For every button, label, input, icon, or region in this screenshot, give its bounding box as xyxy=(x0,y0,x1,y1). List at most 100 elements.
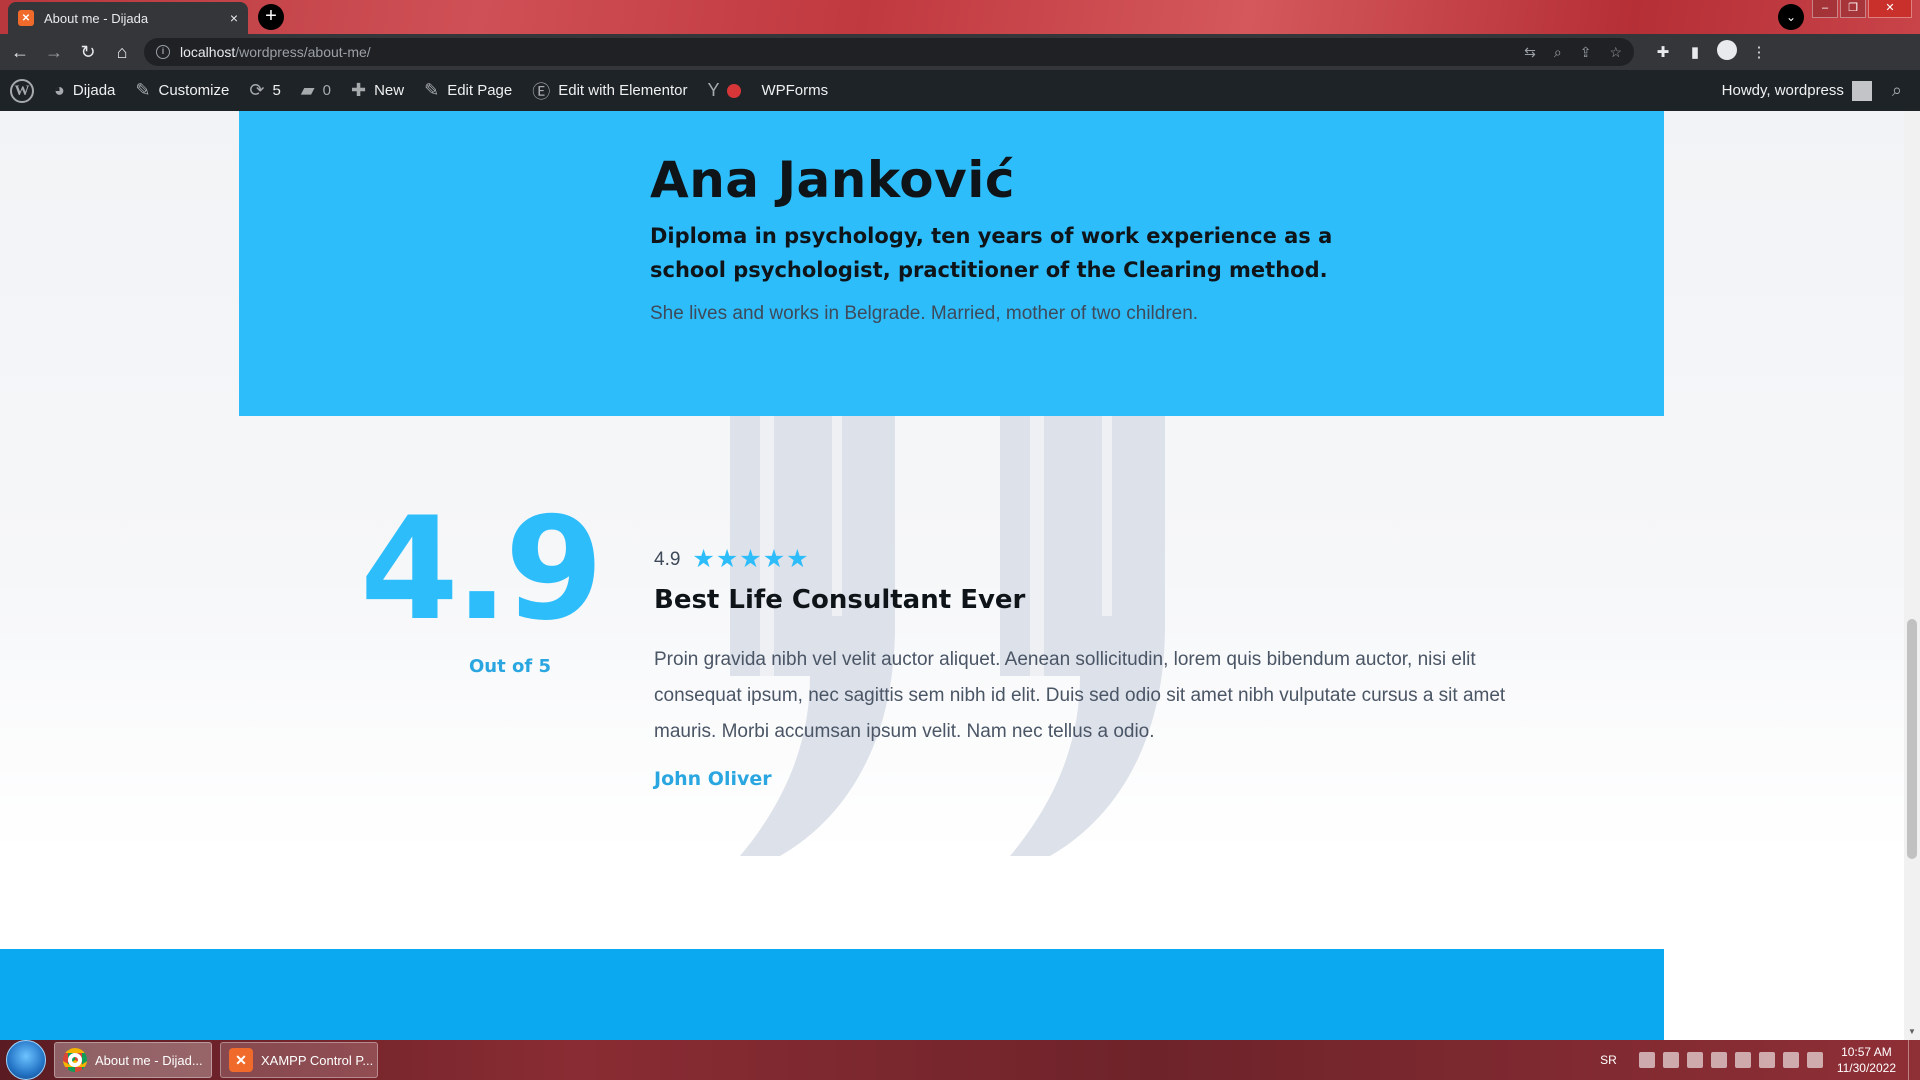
seo-status-dot-icon xyxy=(727,83,742,98)
bookmark-star-icon[interactable]: ☆ xyxy=(1609,44,1622,61)
clock[interactable]: 10:57 AM 11/30/2022 xyxy=(1837,1044,1896,1076)
clock-time: 10:57 AM xyxy=(1841,1045,1892,1059)
footer-band xyxy=(0,949,1664,1040)
monitor-tray-icon[interactable] xyxy=(1782,1052,1799,1068)
network-tray-icon[interactable] xyxy=(1686,1052,1703,1068)
new-tab-button[interactable]: + xyxy=(258,4,284,30)
page-content: Ana Janković Diploma in psychology, ten … xyxy=(0,111,1904,1040)
comments-count: 0 xyxy=(322,82,331,99)
admin-edit-elementor[interactable]: Ⓔ Edit with Elementor xyxy=(522,70,697,111)
tab-title: About me - Dijada xyxy=(44,10,149,26)
admin-search[interactable]: ⌕ xyxy=(1882,70,1920,111)
wp-admin-bar: W ◕ Dijada ✎ Customize ⟳ 5 ▰ 0 ✚ New ✎ E… xyxy=(0,70,1920,111)
admin-yoast[interactable]: Y xyxy=(697,70,751,111)
rating-score: 4.9 xyxy=(360,487,604,652)
plus-icon: ✚ xyxy=(350,80,367,100)
site-name-label: Dijada xyxy=(72,82,116,99)
search-icon: ⌕ xyxy=(1891,80,1902,100)
profile-icon[interactable] xyxy=(1714,40,1740,64)
about-hero-section: Ana Janković Diploma in psychology, ten … xyxy=(239,111,1664,416)
xampp-icon: ✕ xyxy=(229,1048,253,1072)
person-bio: She lives and works in Belgrade. Married… xyxy=(650,303,1199,324)
taskbar-item-label: About me - Dijad... xyxy=(95,1052,203,1068)
security-tray-icon[interactable] xyxy=(1662,1052,1679,1068)
updates-count: 5 xyxy=(272,82,281,99)
flag-tray-icon[interactable] xyxy=(1758,1052,1775,1068)
browser-tab-active[interactable]: ✕ About me - Dijada × xyxy=(8,2,248,34)
url-path: /wordpress/about-me/ xyxy=(235,44,371,60)
bluetooth-tray-icon[interactable] xyxy=(1734,1052,1751,1068)
extensions-puzzle-icon[interactable]: ✚ xyxy=(1650,43,1676,61)
star-rating: ★ ★ ★ ★ ★ xyxy=(692,547,809,572)
extension-area: ✚ ▮ ⋮ xyxy=(1644,40,1772,64)
clock-date: 11/30/2022 xyxy=(1836,1061,1896,1075)
paintbrush-icon: ✎ xyxy=(135,80,151,100)
star-icon: ★ xyxy=(786,545,809,573)
updates-icon: ⟳ xyxy=(249,80,265,100)
star-icon: ★ xyxy=(692,545,715,573)
reload-button[interactable]: ↻ xyxy=(74,38,102,66)
star-icon: ★ xyxy=(739,545,762,573)
browser-toolbar: ← → ↻ ⌂ i localhost/wordpress/about-me/ … xyxy=(0,34,1920,70)
edit-page-label: Edit Page xyxy=(447,82,513,99)
pencil-icon: ✎ xyxy=(424,80,440,100)
system-tray: SR 10:57 AM 11/30/2022 xyxy=(1600,1040,1920,1080)
windows-taskbar: About me - Dijad... ✕ XAMPP Control P...… xyxy=(0,1040,1920,1080)
share-icon[interactable]: ⇪ xyxy=(1580,44,1592,61)
taskbar-item-chrome[interactable]: About me - Dijad... xyxy=(54,1042,212,1078)
minimize-button[interactable]: – xyxy=(1812,0,1838,18)
close-window-button[interactable]: ✕ xyxy=(1868,0,1912,18)
review-title: Best Life Consultant Ever xyxy=(654,585,1026,615)
translate-icon[interactable]: ⇆ xyxy=(1524,44,1536,61)
scroll-down-icon[interactable]: ▼ xyxy=(1908,1027,1916,1036)
admin-edit-page[interactable]: ✎ Edit Page xyxy=(414,70,522,111)
side-panel-icon[interactable]: ▮ xyxy=(1682,43,1708,61)
review-rating-value: 4.9 xyxy=(654,548,681,570)
tab-search-button[interactable]: ⌄ xyxy=(1778,4,1804,30)
admin-wpforms[interactable]: WPForms xyxy=(751,70,838,111)
browser-tab-strip: ✕ About me - Dijada × + ⌄ – ❐ ✕ xyxy=(0,0,1920,34)
elementor-icon: Ⓔ xyxy=(532,81,551,102)
rating-out-of: Out of 5 xyxy=(469,656,551,677)
address-bar[interactable]: i localhost/wordpress/about-me/ ⇆ ⌕ ⇪ ☆ xyxy=(144,38,1634,66)
site-info-icon[interactable]: i xyxy=(156,45,170,59)
customize-label: Customize xyxy=(158,82,230,99)
page-scrollbar[interactable]: ▼ xyxy=(1904,111,1920,1040)
admin-account[interactable]: Howdy, wordpress xyxy=(1712,70,1882,111)
review-text: Proin gravida nibh vel velit auctor aliq… xyxy=(654,649,1506,742)
person-name: Ana Janković xyxy=(650,151,1016,209)
forward-button[interactable]: → xyxy=(40,38,68,66)
review-author: John Oliver xyxy=(654,768,772,790)
edit-elementor-label: Edit with Elementor xyxy=(558,82,688,99)
admin-updates[interactable]: ⟳ 5 xyxy=(239,70,290,111)
home-button[interactable]: ⌂ xyxy=(108,38,136,66)
star-icon: ★ xyxy=(762,545,786,573)
avatar xyxy=(1851,80,1872,101)
xampp-tray-icon[interactable] xyxy=(1638,1052,1655,1068)
restore-button[interactable]: ❐ xyxy=(1840,0,1866,18)
taskbar-item-label: XAMPP Control P... xyxy=(261,1052,374,1068)
show-desktop-button[interactable] xyxy=(1908,1040,1920,1080)
admin-comments[interactable]: ▰ 0 xyxy=(291,70,341,111)
back-button[interactable]: ← xyxy=(6,38,34,66)
admin-customize[interactable]: ✎ Customize xyxy=(125,70,239,111)
tab-close-icon[interactable]: × xyxy=(230,10,238,26)
language-indicator[interactable]: SR xyxy=(1600,1053,1617,1067)
scrollbar-thumb[interactable] xyxy=(1907,619,1917,859)
person-credentials: Diploma in psychology, ten years of work… xyxy=(650,224,1333,282)
review-rating: 4.9 ★ ★ ★ ★ ★ xyxy=(654,547,810,572)
taskbar-item-xampp[interactable]: ✕ XAMPP Control P... xyxy=(220,1042,378,1078)
wp-logo-menu[interactable]: W xyxy=(0,70,44,111)
admin-site-name[interactable]: ◕ Dijada xyxy=(44,70,125,111)
admin-new[interactable]: ✚ New xyxy=(341,70,414,111)
usb-tray-icon[interactable] xyxy=(1710,1052,1727,1068)
howdy-label: Howdy, wordpress xyxy=(1721,82,1844,99)
volume-icon[interactable] xyxy=(1806,1052,1823,1068)
star-icon: ★ xyxy=(715,545,739,573)
quote-mark-icon xyxy=(730,416,1165,856)
url-host: localhost xyxy=(180,44,236,60)
zoom-icon[interactable]: ⌕ xyxy=(1554,44,1562,61)
comment-bubble-icon: ▰ xyxy=(300,80,315,100)
start-button[interactable] xyxy=(6,1040,46,1080)
menu-kebab-icon[interactable]: ⋮ xyxy=(1746,43,1772,61)
